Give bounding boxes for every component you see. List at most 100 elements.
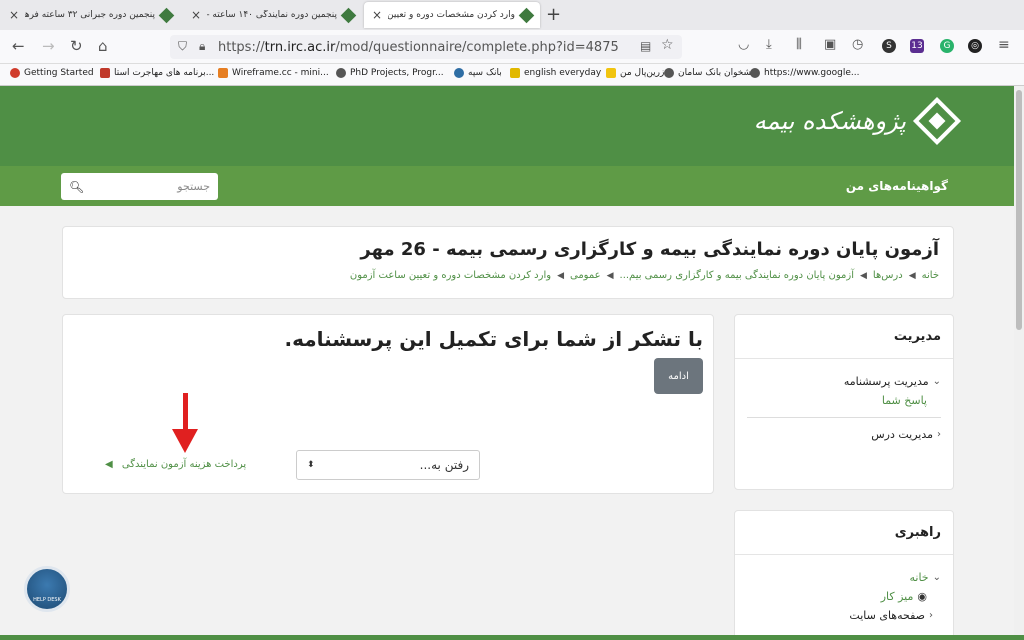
breadcrumb-item[interactable]: درس‌ها (873, 270, 903, 281)
bookmark-item[interactable]: PhD Projects, Progr... (336, 68, 444, 78)
home-icon[interactable]: ⌂ (98, 37, 108, 55)
your-response-link[interactable]: پاسخ شما (747, 394, 941, 407)
bookmark-favicon-icon (664, 68, 674, 78)
navigation-block: راهبری ⌄ خانه ◉ میز کار ‹ صفحه‌های سایت (734, 510, 954, 640)
continue-button[interactable]: ادامه (654, 358, 703, 394)
bookmark-item[interactable]: بانک سپه (454, 68, 502, 78)
extension-s-icon[interactable]: S (882, 39, 896, 53)
library-icon[interactable]: ⫼ (796, 37, 802, 52)
site-favicon-icon (158, 7, 175, 23)
extension-badge-icon[interactable]: 13 (910, 39, 924, 53)
history-clock-icon[interactable]: ◷ (852, 37, 863, 52)
browser-tab-1[interactable]: پنجمین دوره جبرانی ۳۲ ساعته فرهنگ... × (0, 2, 180, 28)
sidebar-icon[interactable]: ▣ (824, 37, 836, 52)
breadcrumb-separator-icon: ◀ (557, 270, 564, 281)
close-tab-icon[interactable]: × (372, 8, 382, 22)
logo-text: پژوهشکده بیمه (753, 107, 906, 135)
block-title: راهبری (735, 511, 953, 555)
reload-icon[interactable]: ↻ (70, 37, 83, 55)
help-desk-button[interactable]: HELP DESK (24, 566, 70, 612)
bookmark-item[interactable]: Getting Started (10, 68, 94, 78)
bookmark-favicon-icon (10, 68, 20, 78)
tab-title: پنجمین دوره جبرانی ۳۲ ساعته فرهنگ... (25, 10, 155, 20)
main-content: با تشکر از شما برای تکمیل این پرسشنامه. … (62, 314, 714, 494)
logo-diamond-icon (912, 96, 962, 146)
next-activity-link[interactable]: پرداخت هزینه آزمون نمایندگی ◀ (105, 459, 246, 470)
bookmark-label: زرین‌پال من (620, 68, 665, 78)
bookmark-item[interactable]: https://www.google... (750, 68, 859, 78)
breadcrumb-item[interactable]: وارد کردن مشخصات دوره و تعیین ساعت آزمون (350, 270, 551, 281)
site-header: پژوهشکده بیمه (0, 86, 1024, 166)
extension-circle-icon[interactable]: ◎ (968, 39, 982, 53)
scrollbar-thumb[interactable] (1016, 90, 1022, 330)
url-prefix: https:// (218, 39, 265, 55)
jump-to-label: رفتن به... (419, 458, 469, 472)
browser-tab-active[interactable]: وارد کردن مشخصات دوره و تعیین ساعت... × (364, 2, 540, 28)
nav-tree: ⌄ خانه ◉ میز کار ‹ صفحه‌های سایت (735, 555, 953, 638)
breadcrumb-separator-icon: ◀ (859, 270, 867, 281)
search-icon[interactable]: 🔍︎ (69, 180, 84, 194)
breadcrumb-item[interactable]: عمومی (570, 270, 601, 281)
bookmark-favicon-icon (454, 68, 464, 78)
new-tab-button[interactable]: + (546, 4, 561, 25)
chevron-down-icon: ⌄ (932, 572, 941, 583)
site-favicon-icon (340, 7, 357, 23)
url-path: /mod/questionnaire/complete.php?id=4875 (335, 39, 619, 55)
bookmark-label: Getting Started (24, 68, 94, 78)
browser-tab-2[interactable]: پنجمین دوره نمایندگی ۱۴۰ ساعته - فرد... … (182, 2, 362, 28)
questionnaire-admin-item[interactable]: ⌄ مدیریت پرسشنامه (747, 375, 941, 388)
my-certificates-link[interactable]: گواهینامه‌های من (846, 179, 948, 193)
bookmark-item[interactable]: Wireframe.cc - mini... (218, 68, 329, 78)
bookmark-favicon-icon (100, 68, 110, 78)
tree-label: مدیریت درس (871, 428, 933, 441)
nav-site-pages-item[interactable]: ‹ صفحه‌های سایت (747, 609, 941, 622)
pocket-icon[interactable]: ◡ (738, 37, 749, 52)
breadcrumb-separator-icon: ◀ (606, 270, 614, 281)
browser-toolbar: ← → ↻ ⌂ https://trn.irc.ac.ir/mod/questi… (0, 30, 1024, 64)
tree-label: خانه (909, 571, 929, 584)
page-scrollbar[interactable] (1014, 86, 1024, 640)
breadcrumb-item[interactable]: خانه (922, 270, 939, 281)
download-icon[interactable]: ⤓ (766, 37, 772, 52)
jump-to-select[interactable]: رفتن به... ⬍ (296, 450, 480, 480)
reader-view-icon[interactable]: ▤ (640, 39, 651, 53)
page-header: آزمون پایان دوره نمایندگی بیمه و کارگزار… (62, 226, 954, 299)
bookmark-item[interactable]: english everyday (510, 68, 601, 78)
bookmark-favicon-icon (218, 68, 228, 78)
next-activity-label: پرداخت هزینه آزمون نمایندگی (121, 459, 247, 470)
nav-home-item[interactable]: ⌄ خانه (747, 571, 941, 584)
bookmark-item[interactable]: زرین‌پال من (606, 68, 664, 78)
chevron-down-icon: ⌄ (932, 376, 941, 387)
administration-block: مدیریت ⌄ مدیریت پرسشنامه پاسخ شما ‹ مدیر… (734, 314, 954, 490)
nav-dashboard-item[interactable]: ◉ میز کار (747, 590, 941, 603)
search-input[interactable]: 🔍︎ جستجو (61, 173, 218, 200)
bookmark-item[interactable]: برنامه های مهاجرت استا... (100, 68, 214, 78)
close-tab-icon[interactable]: × (191, 8, 201, 22)
bookmark-item[interactable]: پیشخوان بانک سامان (664, 68, 757, 78)
bookmark-label: english everyday (524, 68, 602, 78)
tree-label: میز کار (880, 590, 914, 603)
breadcrumb: خانه ◀ درس‌ها ◀ آزمون پایان دوره نمایندگ… (77, 270, 939, 281)
course-admin-item[interactable]: ‹ مدیریت درس (747, 428, 941, 441)
extension-grammarly-icon[interactable]: G (940, 39, 954, 53)
bookmark-label: Wireframe.cc - mini... (232, 68, 329, 78)
block-title: مدیریت (735, 315, 953, 359)
hamburger-menu-icon[interactable]: ≡ (998, 37, 1010, 53)
bookmark-label: برنامه های مهاجرت استا... (114, 68, 215, 78)
site-logo[interactable]: پژوهشکده بیمه (753, 96, 962, 146)
tab-title: وارد کردن مشخصات دوره و تعیین ساعت... (388, 10, 515, 20)
close-tab-icon[interactable]: × (9, 8, 19, 22)
address-bar[interactable]: https://trn.irc.ac.ir/mod/questionnaire/… (170, 35, 682, 59)
bookmark-star-icon[interactable]: ☆ (661, 37, 674, 53)
url-host: trn.irc.ac.ir (264, 39, 336, 55)
admin-tree: ⌄ مدیریت پرسشنامه پاسخ شما ‹ مدیریت درس (735, 359, 953, 457)
forward-arrow-icon[interactable]: → (42, 37, 55, 55)
shield-icon[interactable]: ⛉ (178, 39, 187, 54)
search-placeholder: جستجو (177, 180, 210, 193)
bookmark-label: پیشخوان بانک سامان (678, 68, 757, 78)
tab-title: پنجمین دوره نمایندگی ۱۴۰ ساعته - فرد... (207, 10, 337, 20)
lock-icon[interactable]: 🔒︎ (199, 39, 205, 54)
back-arrow-icon[interactable]: ← (12, 37, 25, 55)
breadcrumb-item[interactable]: آزمون پایان دوره نمایندگی بیمه و کارگزار… (620, 270, 854, 281)
next-arrow-icon: ◀ (105, 459, 113, 470)
